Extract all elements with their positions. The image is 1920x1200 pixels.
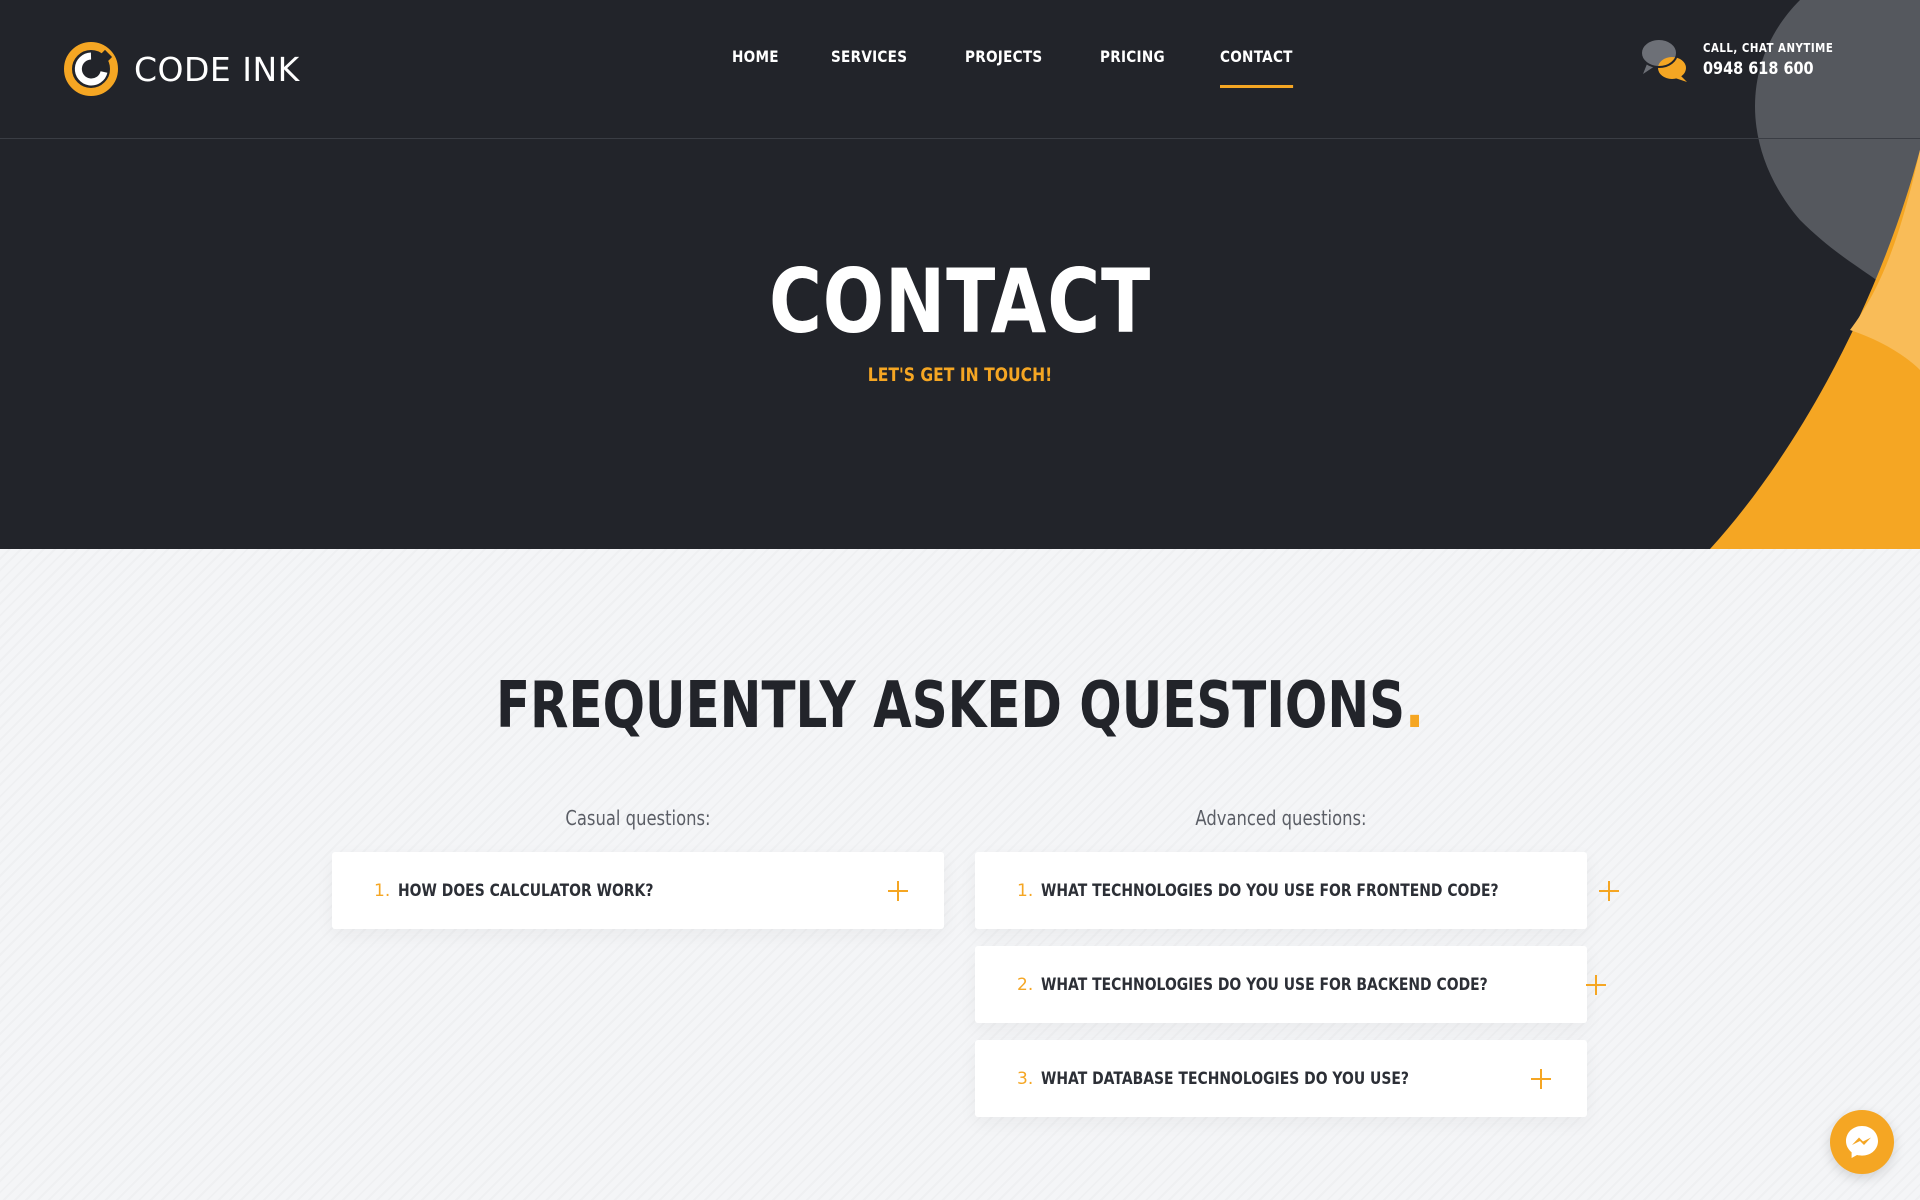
faq-title-dot: . <box>1405 669 1425 743</box>
faq-item[interactable]: 1. WHAT TECHNOLOGIES DO YOU USE FOR FRON… <box>975 852 1620 929</box>
messenger-icon <box>1846 1126 1878 1158</box>
advanced-questions-column: Advanced questions: 1. WHAT TECHNOLOGIES… <box>975 806 1620 1134</box>
messenger-chat-button[interactable] <box>1830 1110 1894 1174</box>
nav-home[interactable]: HOME <box>732 47 779 66</box>
page-subtitle: LET'S GET IN TOUCH! <box>867 364 1053 386</box>
faq-question: WHAT TECHNOLOGIES DO YOU USE FOR BACKEND… <box>1041 974 1488 995</box>
plus-icon[interactable] <box>1531 1068 1551 1089</box>
chat-bubbles-icon <box>1639 38 1687 82</box>
brand-logo[interactable]: CODE INK <box>64 42 300 96</box>
contact-label: CALL, CHAT ANYTIME <box>1702 41 1834 55</box>
page-title: CONTACT <box>768 250 1152 353</box>
faq-question: WHAT DATABASE TECHNOLOGIES DO YOU USE? <box>1041 1068 1410 1089</box>
code-ink-logo-icon <box>64 42 118 96</box>
plus-icon[interactable] <box>888 880 908 901</box>
casual-questions-column: Casual questions: 1. HOW DOES CALCULATOR… <box>332 806 944 946</box>
faq-item[interactable]: 3. WHAT DATABASE TECHNOLOGIES DO YOU USE… <box>975 1040 1587 1117</box>
faq-question: WHAT TECHNOLOGIES DO YOU USE FOR FRONTEN… <box>1041 880 1499 901</box>
contact-phone[interactable]: 0948 618 600 <box>1703 59 1833 79</box>
faq-title: FREQUENTLY ASKED QUESTIONS. <box>211 669 1709 743</box>
faq-item[interactable]: 2. WHAT TECHNOLOGIES DO YOU USE FOR BACK… <box>975 946 1607 1023</box>
faq-question: HOW DOES CALCULATOR WORK? <box>398 880 654 901</box>
casual-questions-label: Casual questions: <box>565 806 711 830</box>
header-contact[interactable]: CALL, CHAT ANYTIME 0948 618 600 <box>1639 36 1856 84</box>
header-divider <box>0 138 1920 139</box>
nav-projects[interactable]: PROJECTS <box>965 47 1042 66</box>
faq-number: 1. <box>374 880 391 901</box>
faq-number: 3. <box>1017 1068 1034 1089</box>
faq-number: 1. <box>1017 880 1034 901</box>
faq-number: 2. <box>1017 974 1034 995</box>
faq-title-text: FREQUENTLY ASKED QUESTIONS <box>495 669 1406 743</box>
nav-services[interactable]: SERVICES <box>831 47 907 66</box>
brand-name: CODE INK <box>134 49 300 89</box>
advanced-questions-label: Advanced questions: <box>1195 806 1367 830</box>
hero-section: CODE INK HOME SERVICES PROJECTS PRICING … <box>0 0 1920 549</box>
nav-pricing[interactable]: PRICING <box>1100 47 1165 66</box>
nav-contact[interactable]: CONTACT <box>1220 47 1293 88</box>
faq-item[interactable]: 1. HOW DOES CALCULATOR WORK? <box>332 852 944 929</box>
faq-section: FREQUENTLY ASKED QUESTIONS. Casual quest… <box>0 549 1920 1200</box>
main-nav: HOME SERVICES PROJECTS PRICING CONTACT <box>732 47 1350 88</box>
